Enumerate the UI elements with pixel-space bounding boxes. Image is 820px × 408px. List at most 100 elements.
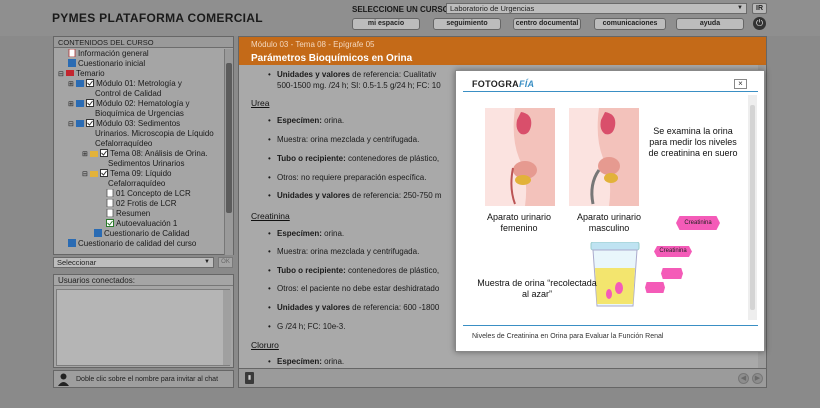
modal-caption: Niveles de Creatinina en Orina para Eval… — [472, 333, 664, 340]
content-footer: ▮ ◀ ▶ — [238, 369, 767, 388]
page-title: Parámetros Bioquímicos en Orina — [251, 53, 413, 64]
folder-open-icon — [90, 151, 99, 157]
content-header: Módulo 03 - Tema 08 - Epígrafe 05 Paráme… — [239, 37, 766, 65]
close-icon[interactable]: × — [734, 79, 747, 89]
tree-item-cuestionario-calidad[interactable]: Cuestionario de Calidad — [94, 229, 189, 239]
male-label: Aparato urinario masculino — [576, 212, 642, 233]
course-select-value: Laboratorio de Urgencias — [450, 4, 535, 13]
folder-icon — [76, 100, 85, 107]
sample-label: Muestra de orina “recolectada al azar” — [477, 278, 597, 299]
course-select-label: SELECCIONE UN CURSO: — [352, 5, 452, 14]
creatinine-pill: Creatinina — [654, 246, 692, 257]
collapse-icon[interactable]: ⊟ — [68, 121, 74, 128]
modal-scrollbar-thumb[interactable] — [750, 105, 755, 310]
ok-button[interactable]: OK — [218, 257, 233, 268]
tree-item-frotis-lcr[interactable]: 02 Frotis de LCR — [106, 199, 176, 209]
next-page-icon[interactable]: ▶ — [752, 373, 763, 384]
male-urinary-illustration — [569, 108, 639, 206]
expand-icon[interactable]: ⊞ — [68, 81, 74, 88]
prev-page-icon[interactable]: ◀ — [738, 373, 749, 384]
app-title: PYMES PLATAFORMA COMERCIAL — [52, 11, 263, 25]
checkbox-icon[interactable] — [100, 149, 109, 157]
document-icon — [106, 199, 114, 207]
connected-users-list[interactable] — [56, 289, 231, 366]
bookmark-icon[interactable]: ▮ — [245, 372, 254, 384]
breadcrumb: Módulo 03 - Tema 08 - Epígrafe 05 — [251, 40, 375, 49]
tree-item-cuestionario-curso[interactable]: Cuestionario de calidad del curso — [68, 239, 196, 249]
quiz-icon — [68, 239, 76, 247]
modal-scrollbar[interactable] — [748, 95, 757, 320]
content-line: Especímen: orina. — [268, 357, 344, 366]
expand-icon[interactable]: ⊞ — [82, 151, 88, 158]
creatinine-pill-small — [661, 268, 683, 279]
nav-seguimiento-button[interactable]: seguimiento — [433, 18, 501, 30]
content-line: Muestra: orina mezclada y centrifugada. — [268, 135, 419, 144]
tree-scrollbar[interactable] — [224, 49, 233, 255]
power-icon[interactable]: ⏻ — [753, 17, 766, 30]
checkbox-icon[interactable] — [86, 99, 95, 107]
tree-item-modulo-02-cont: Bioquímica de Urgencias — [95, 109, 184, 118]
quiz-icon — [94, 229, 102, 237]
folder-icon — [76, 80, 85, 87]
connected-users-title: Usuarios conectados: — [54, 275, 233, 286]
section-heading-creatinina: Creatinina — [251, 211, 290, 221]
tree-item-tema-08-cont: Sedimentos Urinarios — [108, 159, 185, 168]
document-icon — [106, 209, 114, 217]
checkbox-icon[interactable] — [86, 79, 95, 87]
modal-divider — [463, 91, 758, 92]
sidebar-select[interactable]: Seleccionar ▼ — [53, 257, 214, 268]
collapse-icon[interactable]: ⊟ — [82, 171, 88, 178]
course-contents-title: CONTENIDOS DEL CURSO — [54, 37, 233, 48]
chevron-down-icon: ▼ — [204, 259, 210, 265]
content-line: G /24 h; FC: 10e-3. — [268, 322, 346, 331]
creatinine-pill-small — [645, 282, 665, 293]
chat-hint-bar: Doble clic sobre el nombre para invitar … — [53, 370, 234, 388]
tree-scrollbar-thumb[interactable] — [226, 63, 232, 213]
content-line: Tubo o recipiente: contenedores de plást… — [268, 266, 439, 275]
tree-item-resumen[interactable]: Resumen — [106, 209, 150, 219]
tree-item-autoevaluacion[interactable]: Autoevaluación 1 — [106, 219, 177, 229]
content-line: Unidades y valores de referencia: 250-75… — [268, 191, 442, 200]
section-heading-urea: Urea — [251, 98, 270, 108]
modal-illustration: Aparato urinario femenino Aparato urinar… — [463, 94, 758, 322]
book-icon — [66, 70, 75, 76]
users-scrollbar[interactable] — [223, 290, 231, 365]
female-label: Aparato urinario femenino — [486, 212, 552, 233]
document-icon — [68, 49, 76, 57]
folder-open-icon — [90, 171, 99, 177]
nav-centro-documental-button[interactable]: centro documental — [513, 18, 581, 30]
tree-item-modulo-03-cont: Urinarios. Microscopia de Líquido — [95, 129, 214, 138]
document-icon — [106, 189, 114, 197]
checkbox-icon[interactable] — [86, 119, 95, 127]
folder-icon — [76, 120, 85, 127]
course-tree: Información general Cuestionario inicial… — [54, 49, 223, 256]
side-description: Se examina la orina para medir los nivel… — [648, 126, 738, 158]
nav-ayuda-button[interactable]: ayuda — [676, 18, 744, 30]
tree-item-tema-09-cont: Cefalorraquídeo — [108, 179, 166, 188]
content-line: Tubo o recipiente: contenedores de plást… — [268, 154, 439, 163]
tree-item-modulo-01-cont: Control de Calidad — [95, 89, 162, 98]
course-select[interactable]: Laboratorio de Urgencias ▼ — [446, 3, 747, 14]
content-line: Unidades y valores de referencia: 600 -1… — [268, 303, 439, 312]
fotografia-logo: FOTOGRAFÍA — [472, 79, 535, 89]
tree-item-info[interactable]: Información general — [68, 49, 149, 59]
section-heading-cloruro: Cloruro — [251, 340, 279, 350]
chevron-down-icon: ▼ — [737, 5, 743, 11]
checkbox-icon[interactable] — [100, 169, 109, 177]
content-line: Especímen: orina. — [268, 229, 344, 238]
photo-modal: FOTOGRAFÍA × Aparato urinario femenino A… — [455, 70, 765, 352]
person-icon — [58, 373, 69, 386]
tree-item-concepto-lcr[interactable]: 01 Concepto de LCR — [106, 189, 191, 199]
content-line: 500-1500 mg. /24 h; SI: 0.5-1.5 g/24 h; … — [277, 81, 441, 90]
content-line: Otros: el paciente no debe estar deshidr… — [268, 284, 439, 293]
collapse-icon[interactable]: ⊟ — [58, 71, 64, 78]
expand-icon[interactable]: ⊞ — [68, 101, 74, 108]
tree-item-cuestionario-inicial[interactable]: Cuestionario inicial — [68, 59, 145, 69]
go-button[interactable]: IR — [752, 3, 767, 14]
app-header: PYMES PLATAFORMA COMERCIAL SELECCIONE UN… — [0, 0, 820, 36]
nav-comunicaciones-button[interactable]: comunicaciones — [594, 18, 666, 30]
content-line: Especímen: orina. — [268, 116, 344, 125]
modal-divider — [463, 325, 758, 326]
nav-mi-espacio-button[interactable]: mi espacio — [352, 18, 420, 30]
content-line: Otros: no requiere preparación específic… — [268, 173, 426, 182]
